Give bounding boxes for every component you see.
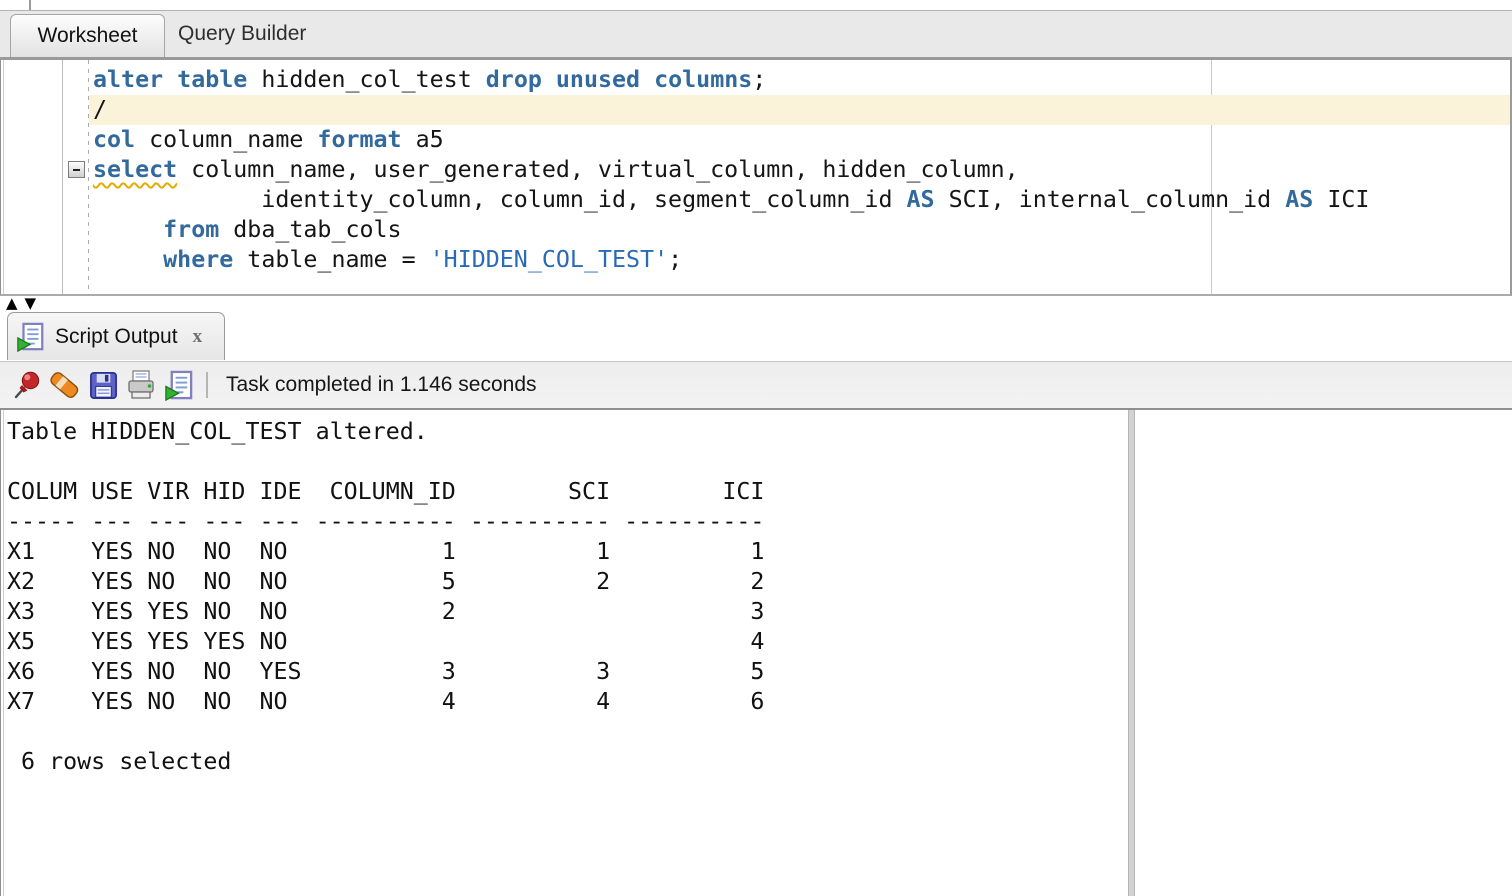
toolbar-separator bbox=[206, 372, 208, 398]
top-strip bbox=[0, 0, 1512, 11]
output-splitter[interactable] bbox=[1128, 410, 1135, 896]
task-status-text: Task completed in 1.146 seconds bbox=[226, 373, 537, 396]
code-fold-collapse-icon[interactable] bbox=[68, 161, 85, 178]
tab-query-builder-label: Query Builder bbox=[178, 22, 307, 45]
output-left-border-inner bbox=[3, 410, 4, 896]
output-toolbar: Task completed in 1.146 seconds bbox=[0, 361, 1512, 411]
script-output-panel: Table HIDDEN_COL_TEST altered. COLUM USE… bbox=[0, 410, 1512, 896]
code-line: col column_name format a5 bbox=[93, 126, 444, 153]
output-tab-bar: Script Output x bbox=[0, 312, 1512, 361]
splitter-arrows-icon[interactable]: ▲▼ bbox=[6, 296, 43, 311]
run-script-icon bbox=[17, 322, 44, 352]
code-line: select column_name, user_generated, virt… bbox=[93, 156, 1019, 183]
code-line: from dba_tab_cols bbox=[163, 216, 402, 243]
pin-icon[interactable] bbox=[8, 367, 46, 403]
code-line: where table_name = 'HIDDEN_COL_TEST'; bbox=[163, 246, 683, 273]
close-icon[interactable]: x bbox=[193, 326, 203, 348]
tab-query-builder[interactable]: Query Builder bbox=[178, 11, 306, 57]
output-left-border bbox=[0, 410, 1, 896]
code-line: alter table hidden_col_test drop unused … bbox=[93, 66, 767, 93]
code-line: / bbox=[93, 96, 108, 123]
top-divider-line bbox=[29, 0, 31, 10]
tab-worksheet[interactable]: Worksheet bbox=[10, 14, 165, 57]
script-output-text: Table HIDDEN_COL_TEST altered. COLUM USE… bbox=[7, 418, 765, 775]
tab-script-output[interactable]: Script Output x bbox=[7, 312, 225, 360]
editor-left-border bbox=[0, 60, 1, 294]
editor-tab-bar: Worksheet Query Builder bbox=[0, 11, 1512, 60]
save-icon[interactable] bbox=[84, 367, 122, 403]
panel-splitter[interactable]: ▲▼ bbox=[0, 296, 1512, 312]
run-script-icon[interactable] bbox=[160, 367, 198, 403]
code-line: identity_column, column_id, segment_colu… bbox=[93, 186, 1370, 213]
gutter-line bbox=[62, 60, 63, 294]
code-lines: alter table hidden_col_test drop unused … bbox=[93, 65, 1369, 275]
sql-editor[interactable]: alter table hidden_col_test drop unused … bbox=[0, 60, 1512, 296]
print-icon[interactable] bbox=[122, 367, 160, 403]
tab-script-output-label: Script Output bbox=[55, 324, 178, 348]
editor-left-border-inner bbox=[3, 60, 4, 294]
eraser-icon[interactable] bbox=[46, 367, 84, 403]
tab-worksheet-label: Worksheet bbox=[37, 24, 138, 47]
sql-developer-window: Worksheet Query Builder alter table hidd… bbox=[0, 0, 1512, 896]
